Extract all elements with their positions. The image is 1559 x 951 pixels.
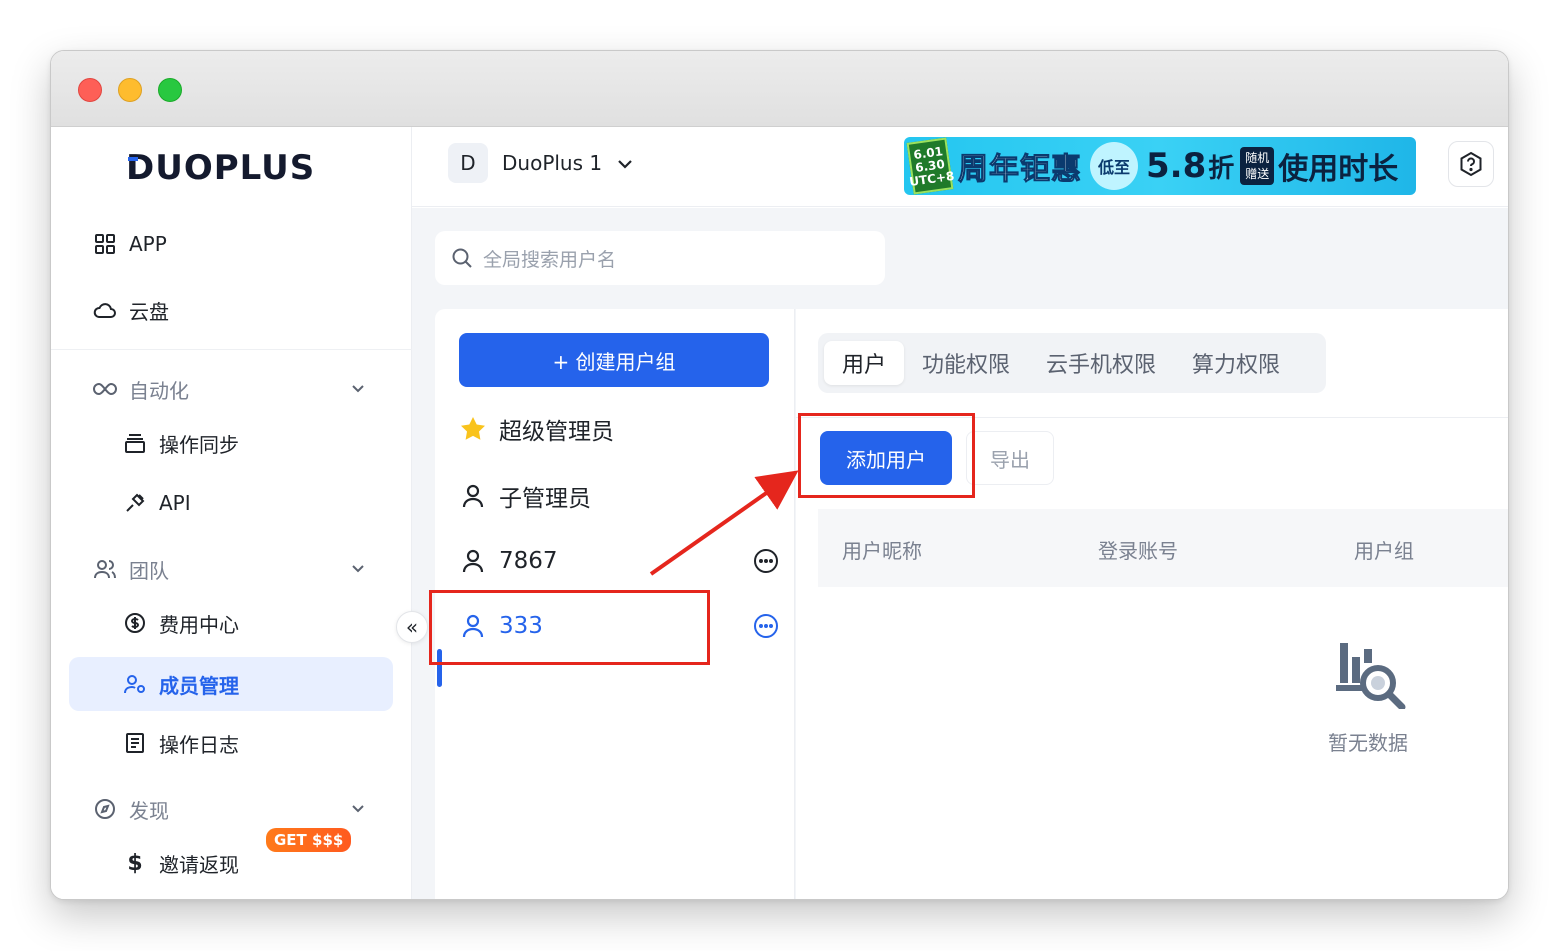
sidebar-section-label: 自动化: [129, 378, 189, 403]
sidebar-item-referral[interactable]: $ 邀请返现 GET $$$: [69, 828, 393, 890]
group-item-sub-admin[interactable]: 子管理员: [459, 468, 779, 524]
cloud-icon: [93, 298, 117, 322]
global-search-input[interactable]: 全局搜索用户名: [435, 231, 885, 285]
group-item-super-admin[interactable]: 超级管理员: [459, 401, 779, 457]
collapse-sidebar-button[interactable]: «: [396, 611, 428, 643]
more-options-icon[interactable]: [753, 548, 779, 574]
sidebar-item-label: 操作同步: [159, 432, 239, 457]
sidebar-item-label: 操作日志: [159, 732, 239, 757]
promo-banner[interactable]: 6.01 6.30 UTC+8 周年钜惠 低至 5.8 折 随机赠送 使用时长: [904, 137, 1416, 195]
dollar-circle-icon: [123, 611, 147, 635]
sidebar-section-automation[interactable]: 自动化: [69, 362, 393, 416]
sidebar-section-label: 团队: [129, 558, 169, 583]
help-button[interactable]: [1448, 141, 1494, 187]
empty-state-text: 暂无数据: [1328, 731, 1408, 755]
zoom-window-button[interactable]: [158, 78, 182, 102]
banner-gift: 随机赠送: [1240, 147, 1275, 185]
banner-discount-unit: 折: [1208, 153, 1235, 184]
user-icon: [459, 547, 487, 575]
empty-data-icon: [1336, 643, 1406, 709]
banner-date: 6.01 6.30 UTC+8: [906, 137, 955, 195]
highlight-box-add-user: [798, 413, 975, 498]
sidebar-divider: [51, 349, 412, 350]
layers-icon: [123, 431, 147, 455]
banner-tag: 低至: [1090, 142, 1138, 190]
highlight-box-group-333: [429, 590, 710, 665]
permission-tabs: 用户 功能权限 云手机权限 算力权限: [818, 333, 1326, 393]
grid-icon: [93, 232, 117, 256]
search-icon: [452, 248, 472, 268]
user-gear-icon: [123, 672, 147, 696]
group-label: 超级管理员: [499, 419, 614, 445]
sidebar-item-cloud-drive[interactable]: 云盘: [69, 283, 393, 337]
tab-cloud-phone-permissions[interactable]: 云手机权限: [1028, 341, 1174, 385]
group-item-7867[interactable]: 7867: [459, 533, 779, 589]
chevron-down-icon[interactable]: [616, 157, 634, 171]
infinity-icon: [93, 377, 117, 401]
sidebar-section-team[interactable]: 团队: [69, 542, 393, 596]
column-header-nickname: 用户昵称: [842, 539, 922, 563]
team-icon: [93, 557, 117, 581]
plug-icon: [123, 491, 147, 515]
sidebar-item-billing[interactable]: 费用中心: [69, 596, 393, 650]
help-icon: [1460, 151, 1482, 177]
sidebar-item-member-management[interactable]: 成员管理: [69, 657, 393, 711]
svg-text:DUOPLUS: DUOPLUS: [126, 148, 315, 187]
column-header-user-group: 用户组: [1354, 539, 1414, 563]
sidebar-item-label: 成员管理: [159, 673, 239, 698]
sidebar-item-app[interactable]: APP: [69, 217, 393, 271]
group-label: 子管理员: [499, 486, 591, 512]
tab-feature-permissions[interactable]: 功能权限: [904, 341, 1028, 385]
sidebar-item-sync[interactable]: 操作同步: [69, 416, 393, 470]
sidebar-item-label: 邀请返现: [159, 852, 239, 877]
sidebar-section-label: 发现: [129, 798, 169, 823]
workspace-name[interactable]: DuoPlus 1: [502, 151, 602, 175]
export-button[interactable]: 导出: [966, 431, 1054, 485]
app-window: DUOPLUS APP 云盘 自动化 操作同步 API 团队 费用中心 成员管理…: [50, 50, 1509, 900]
minimize-window-button[interactable]: [118, 78, 142, 102]
duoplus-logo: DUOPLUS: [126, 148, 315, 187]
search-placeholder: 全局搜索用户名: [483, 248, 617, 271]
sidebar-item-label: APP: [129, 232, 167, 256]
star-icon: [459, 415, 487, 443]
sidebar-item-label: 费用中心: [159, 612, 239, 637]
chevron-down-icon: [352, 805, 364, 813]
sidebar-item-api[interactable]: API: [69, 476, 393, 530]
user-main-panel: 用户 功能权限 云手机权限 算力权限 添加用户 导出 用户昵称 登录账号 用户组…: [796, 309, 1508, 899]
sidebar-item-label: API: [159, 491, 191, 515]
table-header: 用户昵称 登录账号 用户组: [818, 509, 1508, 587]
create-user-group-button[interactable]: + 创建用户组: [459, 333, 769, 387]
log-icon: [123, 731, 147, 755]
close-window-button[interactable]: [78, 78, 102, 102]
group-label: 7867: [499, 548, 558, 574]
window-titlebar: [51, 51, 1508, 127]
dollar-icon: $: [127, 850, 143, 876]
column-header-login-account: 登录账号: [1098, 539, 1178, 563]
banner-tail: 使用时长: [1278, 152, 1399, 187]
tab-compute-permissions[interactable]: 算力权限: [1174, 341, 1298, 385]
sidebar-item-operation-log[interactable]: 操作日志: [69, 716, 393, 770]
chevron-down-icon: [352, 565, 364, 573]
sidebar-item-label: 云盘: [129, 299, 169, 324]
double-chevron-left-icon: «: [405, 615, 419, 639]
user-icon: [459, 482, 487, 510]
more-options-icon[interactable]: [753, 613, 779, 639]
banner-discount: 5.8: [1146, 146, 1207, 186]
promo-badge: GET $$$: [266, 828, 352, 852]
compass-icon: [93, 797, 117, 821]
chevron-down-icon: [352, 385, 364, 393]
workspace-avatar[interactable]: D: [448, 143, 488, 183]
banner-headline: 周年钜惠: [958, 152, 1082, 188]
top-bar: D DuoPlus 1 6.01 6.30 UTC+8 周年钜惠 低至 5.8 …: [412, 127, 1508, 207]
tab-users[interactable]: 用户: [824, 341, 905, 385]
sidebar: DUOPLUS APP 云盘 自动化 操作同步 API 团队 费用中心 成员管理…: [51, 127, 412, 899]
